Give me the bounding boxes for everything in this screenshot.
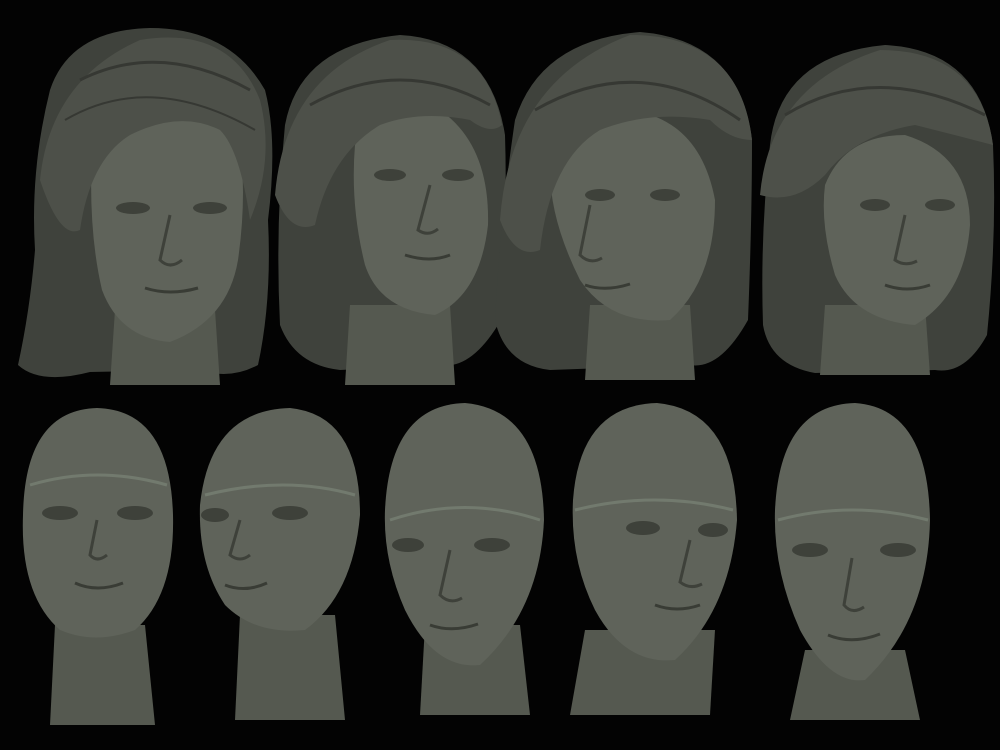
head-with-hair-2 — [275, 35, 506, 385]
eye-right — [442, 169, 474, 181]
eye-left — [374, 169, 406, 181]
neck — [50, 625, 155, 725]
sculpt-canvas — [0, 0, 1000, 750]
eye-left — [42, 506, 78, 520]
bald-head-1 — [22, 408, 174, 725]
eye-left — [201, 508, 229, 522]
eye-left — [585, 189, 615, 201]
bald-head-2 — [199, 408, 360, 720]
head-with-hair-3 — [495, 32, 752, 380]
eye-right — [117, 506, 153, 520]
neck — [345, 305, 455, 385]
eye-left — [626, 521, 660, 535]
skull — [384, 403, 544, 666]
eye-left — [392, 538, 424, 552]
bald-head-3 — [384, 403, 544, 715]
eye-right — [474, 538, 510, 552]
eye-right — [193, 202, 227, 214]
eye-right — [698, 523, 728, 537]
eye-left — [860, 199, 890, 211]
eye-right — [272, 506, 308, 520]
head-with-hair-1 — [18, 28, 273, 385]
eye-left — [116, 202, 150, 214]
bald-head-4 — [570, 403, 737, 715]
eye-right — [880, 543, 916, 557]
eye-left — [792, 543, 828, 557]
eye-right — [650, 189, 680, 201]
head-with-hair-4 — [760, 45, 995, 375]
neck — [235, 615, 345, 720]
eye-right — [925, 199, 955, 211]
bald-head-5 — [774, 403, 930, 720]
